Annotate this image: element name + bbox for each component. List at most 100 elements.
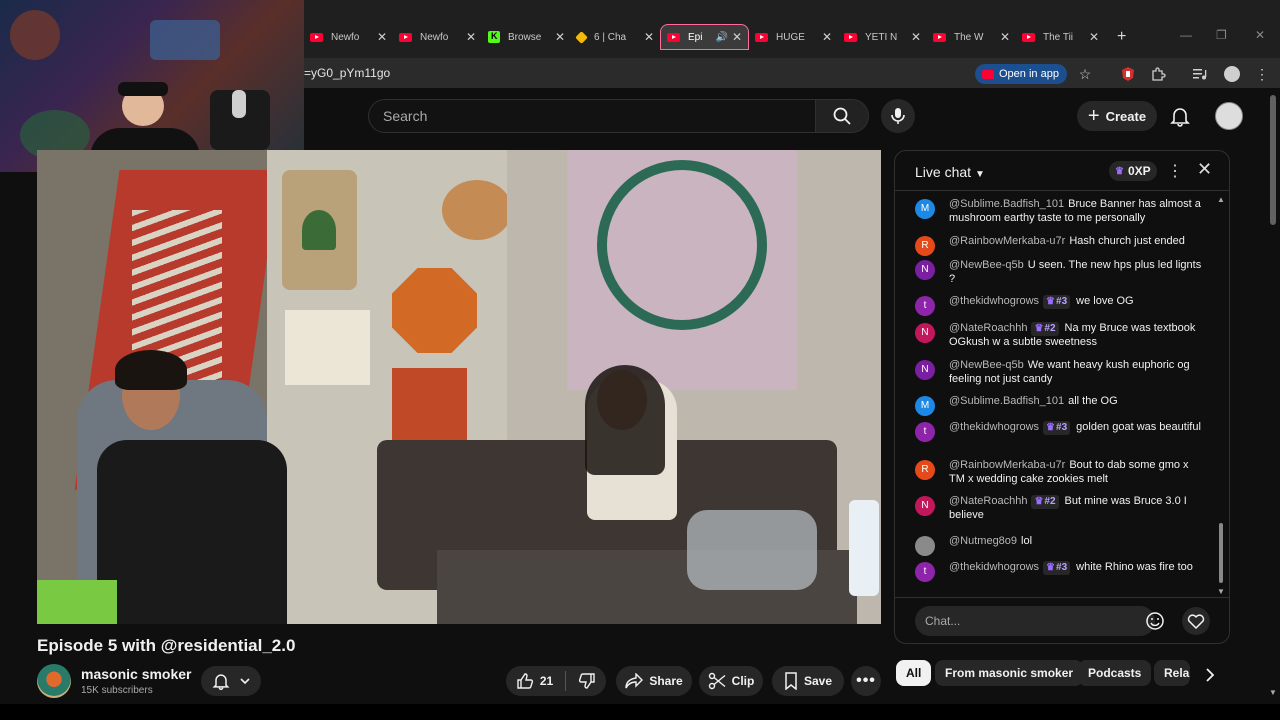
browser-tab[interactable]: The W ✕ [927, 24, 1016, 50]
close-tab-icon[interactable]: ✕ [1089, 30, 1099, 44]
chat-close-icon[interactable]: ✕ [1197, 159, 1212, 180]
channel-avatar[interactable] [37, 664, 71, 698]
emoji-button[interactable] [1145, 611, 1165, 631]
close-tab-icon[interactable]: ✕ [822, 30, 832, 44]
chat-scrollbar-thumb[interactable] [1219, 523, 1223, 583]
close-tab-icon[interactable]: ✕ [1000, 30, 1010, 44]
extensions-puzzle-icon[interactable] [1148, 64, 1168, 84]
account-avatar[interactable] [1215, 102, 1243, 130]
browser-tab[interactable]: 6 | Cha ✕ [571, 24, 660, 50]
bookmark-star-icon[interactable]: ☆ [1075, 64, 1095, 84]
scroll-down-arrow-icon[interactable]: ▼ [1217, 587, 1225, 596]
search-input[interactable] [383, 108, 815, 124]
chips-next-button[interactable] [1199, 664, 1221, 686]
dislike-button[interactable] [578, 672, 596, 690]
chat-author[interactable]: @Sublime.Badfish_101 [949, 395, 1064, 407]
like-dislike-group: 21 [506, 666, 606, 696]
heart-reaction-button[interactable] [1182, 607, 1210, 635]
crown-icon: ♛ [1034, 323, 1044, 334]
chat-avatar[interactable]: M [915, 199, 935, 219]
create-button[interactable]: + Create [1077, 101, 1157, 131]
browser-tab[interactable]: The Tii ✕ [1016, 24, 1105, 50]
browser-tab[interactable]: Newfo ✕ [393, 24, 482, 50]
chat-author[interactable]: @Nutmeg8o9 [949, 535, 1017, 547]
smiley-icon [1146, 612, 1164, 630]
youtube-favicon-icon [1022, 32, 1035, 42]
chat-author[interactable]: @thekidwhogrows [949, 561, 1039, 573]
chevron-down-icon: ▼ [975, 169, 985, 180]
chip-all[interactable]: All [896, 660, 932, 686]
close-tab-icon[interactable]: ✕ [732, 30, 742, 44]
restore-icon[interactable]: ❐ [1216, 28, 1227, 42]
url-text[interactable]: =yG0_pYm11go [304, 66, 390, 80]
chat-author[interactable]: @NewBee-q5b [949, 359, 1024, 371]
microphone-icon [891, 108, 905, 124]
search-button[interactable] [815, 99, 869, 133]
new-tab-icon[interactable]: + [1117, 28, 1126, 46]
window-close-icon[interactable]: ✕ [1255, 28, 1265, 42]
chip-related[interactable]: Rela [1154, 660, 1190, 686]
live-chat-mode-dropdown[interactable]: Live chat ▼ [915, 164, 985, 180]
chat-avatar[interactable]: t [915, 562, 935, 582]
page-scroll-down-icon[interactable]: ▼ [1269, 688, 1277, 697]
share-button[interactable]: Share [616, 666, 692, 696]
tab-title: Newfo [331, 31, 360, 43]
chat-avatar[interactable]: N [915, 323, 935, 343]
close-tab-icon[interactable]: ✕ [466, 30, 476, 44]
chat-message: N @NateRoachhh ♛ #2 Na my Bruce was textbook… [915, 322, 1207, 349]
like-button[interactable]: 21 [516, 672, 553, 690]
chat-input[interactable] [915, 606, 1155, 636]
chat-author[interactable]: @thekidwhogrows [949, 295, 1039, 307]
browser-tab[interactable]: YETI N ✕ [838, 24, 927, 50]
chat-avatar[interactable] [915, 536, 935, 556]
open-in-app-button[interactable]: Open in app [975, 64, 1067, 84]
chip-podcasts[interactable]: Podcasts [1078, 660, 1152, 686]
chat-author[interactable]: @Sublime.Badfish_101 [949, 198, 1064, 210]
chip-from-channel[interactable]: From masonic smoker [935, 660, 1084, 686]
browser-tab[interactable]: Newfo ✕ [304, 24, 393, 50]
clip-button[interactable]: Clip [699, 666, 763, 696]
close-tab-icon[interactable]: ✕ [377, 30, 387, 44]
channel-name[interactable]: masonic smoker [81, 666, 192, 682]
member-badge: ♛ #2 [1031, 322, 1059, 336]
close-tab-icon[interactable]: ✕ [911, 30, 921, 44]
notifications-button[interactable] [1168, 104, 1192, 128]
voice-search-button[interactable] [881, 99, 915, 133]
chat-avatar[interactable]: R [915, 460, 935, 480]
save-button[interactable]: Save [772, 666, 844, 696]
scroll-up-arrow-icon[interactable]: ▲ [1217, 195, 1225, 204]
chat-avatar[interactable]: t [915, 296, 935, 316]
browser-tab[interactable]: Browse ✕ [482, 24, 571, 50]
browser-menu-icon[interactable]: ⋮ [1252, 64, 1272, 84]
chat-author[interactable]: @NateRoachhh [949, 495, 1027, 507]
chat-more-icon[interactable]: ⋮ [1167, 161, 1183, 181]
profile-icon[interactable] [1222, 64, 1242, 84]
xp-badge[interactable]: ♛ 0XP [1109, 161, 1157, 181]
chat-avatar[interactable]: t [915, 422, 935, 442]
page-scrollbar-thumb[interactable] [1270, 95, 1276, 225]
browser-tab[interactable]: HUGE ✕ [749, 24, 838, 50]
media-controls-icon[interactable] [1190, 64, 1210, 84]
extension-red-icon[interactable] [1118, 64, 1138, 84]
live-chat-panel: Live chat ▼ ♛ 0XP ⋮ ✕ M @Sublime.Badfish_10… [894, 150, 1230, 644]
chat-author[interactable]: @NateRoachhh [949, 322, 1027, 334]
browser-tab-active[interactable]: Epi 🔊 ✕ [660, 24, 749, 50]
chat-author[interactable]: @NewBee-q5b [949, 259, 1024, 271]
subscription-notifications-button[interactable] [201, 666, 261, 696]
chat-message: N @NewBee-q5b U seen. The new hps plus led… [915, 259, 1207, 286]
more-actions-button[interactable]: ••• [851, 666, 881, 696]
chat-avatar[interactable]: M [915, 396, 935, 416]
close-tab-icon[interactable]: ✕ [644, 30, 654, 44]
chat-avatar[interactable]: N [915, 260, 935, 280]
chat-author[interactable]: @RainbowMerkaba-u7r [949, 459, 1065, 471]
speaker-icon[interactable]: 🔊 [715, 32, 727, 43]
chat-text: golden goat was beautiful [1076, 421, 1201, 433]
chat-avatar[interactable]: R [915, 236, 935, 256]
chat-author[interactable]: @RainbowMerkaba-u7r [949, 235, 1065, 247]
close-tab-icon[interactable]: ✕ [555, 30, 565, 44]
chat-avatar[interactable]: N [915, 360, 935, 380]
chat-avatar[interactable]: N [915, 496, 935, 516]
minimize-icon[interactable]: — [1180, 28, 1192, 42]
chat-author[interactable]: @thekidwhogrows [949, 421, 1039, 433]
video-player[interactable] [37, 150, 881, 624]
